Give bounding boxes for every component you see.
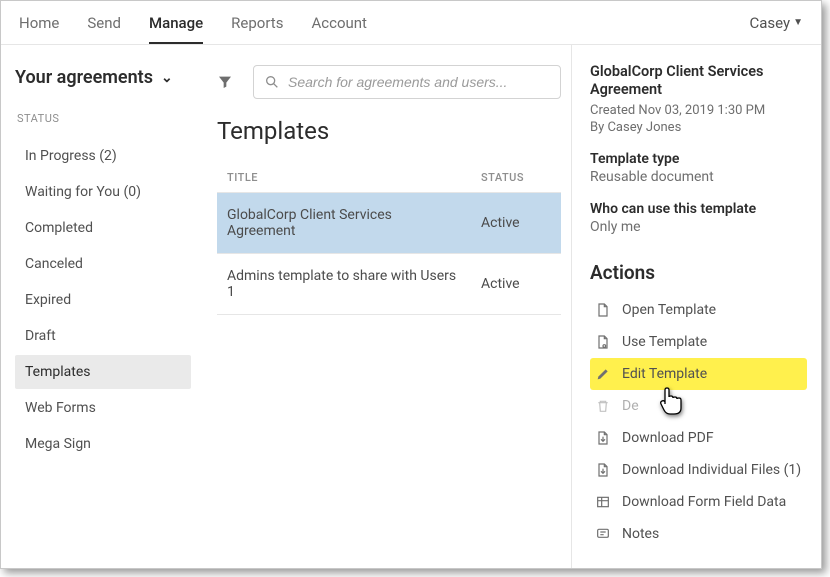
sidebar-item-web-forms[interactable]: Web Forms: [15, 391, 191, 425]
page-heading: Templates: [217, 117, 561, 145]
sidebar-item-mega-sign[interactable]: Mega Sign: [15, 427, 191, 461]
col-status[interactable]: STATUS: [471, 165, 561, 193]
sidebar-title-label: Your agreements: [15, 67, 153, 88]
action-label: Use Template: [622, 334, 707, 350]
sidebar-item-templates[interactable]: Templates: [15, 355, 191, 389]
sidebar-item-completed[interactable]: Completed: [15, 211, 191, 245]
action-dl-files[interactable]: Download Individual Files (1): [590, 454, 807, 486]
details-created: Created Nov 03, 2019 1:30 PM: [590, 103, 807, 118]
note-icon: [594, 526, 612, 542]
who-value: Only me: [590, 219, 807, 235]
details-panel: GlobalCorp Client Services Agreement Cre…: [571, 45, 821, 568]
template-type-label: Template type: [590, 151, 807, 167]
search-input[interactable]: [288, 74, 550, 90]
who-label: Who can use this template: [590, 201, 807, 217]
action-label: Download Individual Files (1): [622, 462, 801, 478]
trash-icon: [594, 398, 612, 414]
action-label: Notes: [622, 526, 659, 542]
sidebar-section-label: STATUS: [17, 112, 189, 125]
pencil-icon: [594, 366, 612, 382]
template-type-value: Reusable document: [590, 169, 807, 185]
row-status: Active: [471, 193, 561, 254]
search-icon: [264, 74, 280, 90]
action-use[interactable]: Use Template: [590, 326, 807, 358]
action-open[interactable]: Open Template: [590, 294, 807, 326]
action-notes[interactable]: Notes: [590, 518, 807, 550]
row-title: Admins template to share with Users 1: [217, 254, 471, 315]
action-delete: De: [590, 390, 807, 422]
action-label: Download PDF: [622, 430, 714, 446]
row-status: Active: [471, 254, 561, 315]
action-edit[interactable]: Edit Template: [590, 358, 807, 390]
details-by: By Casey Jones: [590, 120, 807, 135]
action-dl-pdf[interactable]: Download PDF: [590, 422, 807, 454]
download-icon: [594, 462, 612, 478]
col-title[interactable]: TITLE: [217, 165, 471, 193]
data-icon: [594, 494, 612, 510]
row-title: GlobalCorp Client Services Agreement: [217, 193, 471, 254]
nav-item-reports[interactable]: Reports: [231, 2, 283, 44]
doc-icon: [594, 302, 612, 318]
details-title: GlobalCorp Client Services Agreement: [590, 63, 807, 99]
sidebar-item-canceled[interactable]: Canceled: [15, 247, 191, 281]
download-icon: [594, 430, 612, 446]
filter-icon[interactable]: [217, 74, 233, 90]
table-row[interactable]: GlobalCorp Client Services AgreementActi…: [217, 193, 561, 254]
nav-item-home[interactable]: Home: [19, 2, 59, 44]
sidebar-item-waiting-for-you-0[interactable]: Waiting for You (0): [15, 175, 191, 209]
user-menu[interactable]: Casey ▼: [749, 14, 803, 32]
sidebar-item-draft[interactable]: Draft: [15, 319, 191, 353]
action-dl-fields[interactable]: Download Form Field Data: [590, 486, 807, 518]
templates-table: TITLE STATUS GlobalCorp Client Services …: [217, 165, 561, 315]
nav-item-manage[interactable]: Manage: [149, 2, 203, 44]
main-content: Templates TITLE STATUS GlobalCorp Client…: [201, 45, 571, 568]
action-label: De: [622, 398, 639, 414]
search-box[interactable]: [253, 65, 561, 99]
nav-item-account[interactable]: Account: [311, 2, 367, 44]
action-label: Edit Template: [622, 366, 707, 382]
chevron-down-icon: ⌄: [161, 70, 173, 86]
sidebar-item-in-progress-2[interactable]: In Progress (2): [15, 139, 191, 173]
top-nav: Home Send Manage Reports Account Casey ▼: [1, 1, 821, 45]
table-row[interactable]: Admins template to share with Users 1Act…: [217, 254, 561, 315]
actions-heading: Actions: [590, 261, 807, 284]
action-label: Download Form Field Data: [622, 494, 786, 510]
nav-item-send[interactable]: Send: [87, 2, 121, 44]
action-label: Open Template: [622, 302, 716, 318]
sidebar: Your agreements ⌄ STATUS In Progress (2)…: [1, 45, 201, 568]
user-name: Casey: [749, 14, 790, 32]
doc-gear-icon: [594, 334, 612, 350]
sidebar-item-expired[interactable]: Expired: [15, 283, 191, 317]
sidebar-title-dropdown[interactable]: Your agreements ⌄: [15, 67, 191, 88]
caret-down-icon: ▼: [793, 17, 803, 28]
